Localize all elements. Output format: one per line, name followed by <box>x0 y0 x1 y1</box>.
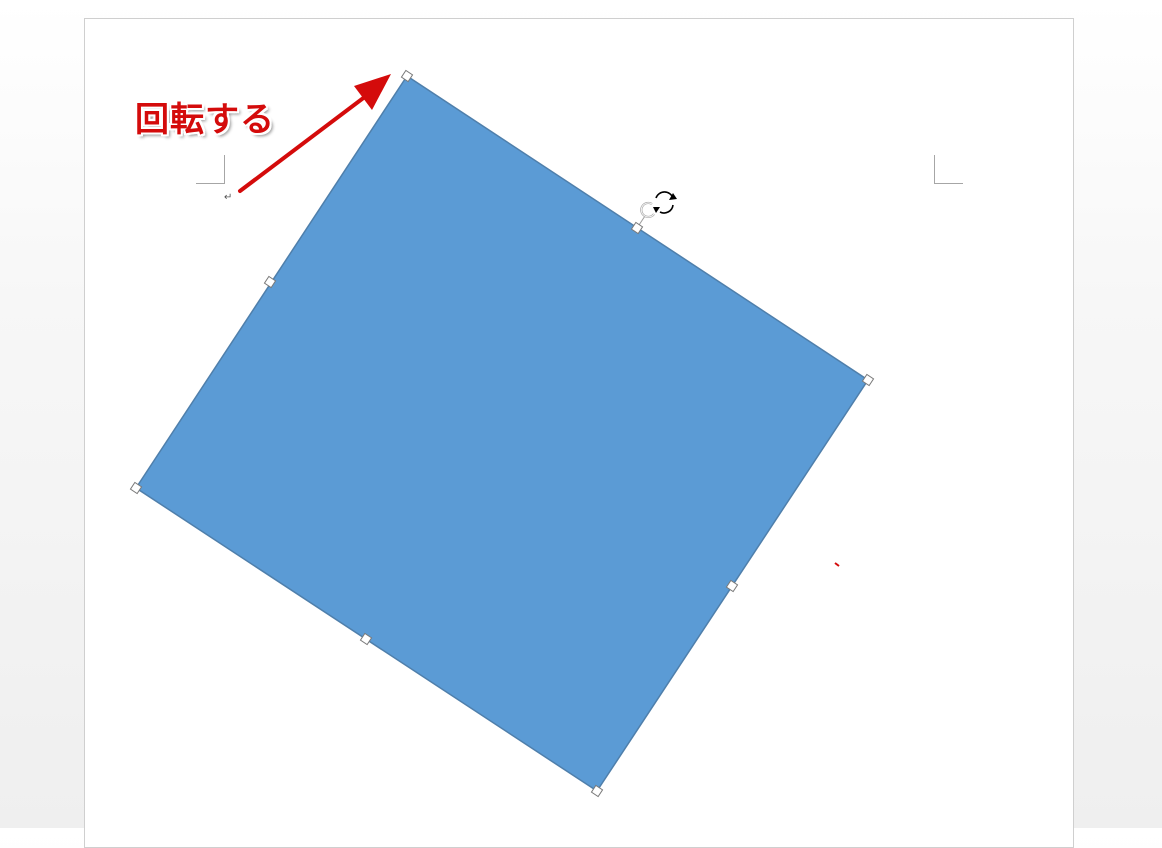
red-mark <box>834 562 840 567</box>
rotated-rectangle-shape[interactable] <box>134 74 870 793</box>
annotation-label: 回転する <box>135 100 275 140</box>
rotate-cursor-icon <box>653 191 677 214</box>
rotate-handle-icon[interactable] <box>640 201 655 219</box>
